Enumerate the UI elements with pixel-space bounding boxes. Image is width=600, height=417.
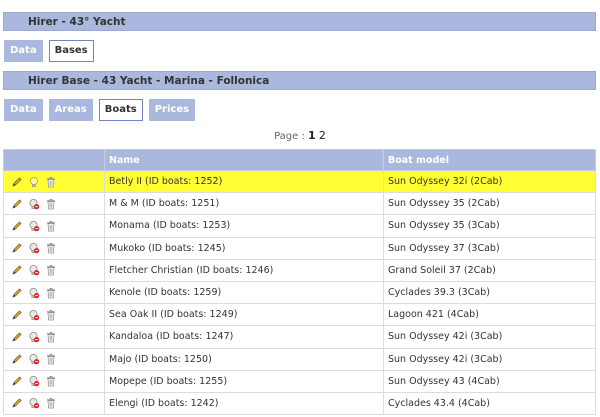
bulb-off-icon[interactable] bbox=[28, 397, 40, 409]
edit-pencil-icon[interactable] bbox=[11, 242, 23, 254]
delete-trash-icon[interactable] bbox=[45, 176, 57, 188]
row-actions-cell bbox=[3, 192, 105, 216]
row-actions-cell bbox=[3, 347, 105, 371]
row-name: Kandaloa (ID boats: 1247) bbox=[104, 325, 384, 349]
table-row[interactable]: Majo (ID boats: 1250) Sun Odyssey 42i (3C… bbox=[3, 347, 596, 371]
page-label: Page : bbox=[274, 131, 305, 142]
bulb-off-icon[interactable] bbox=[28, 331, 40, 343]
delete-trash-icon[interactable] bbox=[45, 397, 57, 409]
row-boat-model: Sun Odyssey 42i (3Cab) bbox=[383, 325, 596, 349]
row-boat-model: Cyclades 43.4 (4Cab) bbox=[383, 391, 596, 416]
lightbulb-icon[interactable] bbox=[28, 176, 40, 188]
table-row[interactable]: Mopepe (ID boats: 1255) Sun Odyssey 43 (4… bbox=[3, 369, 596, 393]
tab-data[interactable]: Data bbox=[4, 40, 43, 62]
row-name: Mopepe (ID boats: 1255) bbox=[104, 369, 384, 393]
table-header-row: Name Boat model bbox=[3, 149, 596, 171]
delete-trash-icon[interactable] bbox=[45, 264, 57, 276]
row-boat-model: Sun Odyssey 43 (4Cab) bbox=[383, 369, 596, 393]
pagination: Page : 1 2 bbox=[0, 129, 600, 142]
col-name[interactable]: Name bbox=[104, 149, 384, 171]
base-tabs: Data Areas Boats Prices bbox=[4, 99, 196, 121]
row-boat-model: Grand Soleil 37 (2Cab) bbox=[383, 258, 596, 282]
bulb-off-icon[interactable] bbox=[28, 264, 40, 276]
page-current: 1 bbox=[308, 129, 316, 142]
row-boat-model: Sun Odyssey 32i (2Cab) bbox=[383, 169, 596, 194]
row-boat-model: Sun Odyssey 35 (2Cab) bbox=[383, 192, 596, 216]
row-actions-cell bbox=[3, 303, 105, 327]
bulb-off-icon[interactable] bbox=[28, 198, 40, 210]
col-boat-model[interactable]: Boat model bbox=[383, 149, 596, 171]
row-boat-model: Sun Odyssey 42i (3Cab) bbox=[383, 347, 596, 371]
edit-pencil-icon[interactable] bbox=[11, 287, 23, 299]
delete-trash-icon[interactable] bbox=[45, 242, 57, 254]
edit-pencil-icon[interactable] bbox=[11, 176, 23, 188]
col-actions bbox=[3, 149, 105, 171]
table-row[interactable]: Elengi (ID boats: 1242) Cyclades 43.4 (4C… bbox=[3, 391, 596, 416]
row-name: Kenole (ID boats: 1259) bbox=[104, 280, 384, 305]
tab-boats[interactable]: Boats bbox=[98, 99, 143, 121]
edit-pencil-icon[interactable] bbox=[11, 353, 23, 365]
row-name: Sea Oak II (ID boats: 1249) bbox=[104, 303, 384, 327]
hirer-header-bar: Hirer - 43° Yacht bbox=[3, 12, 596, 31]
row-actions-cell bbox=[3, 214, 105, 238]
delete-trash-icon[interactable] bbox=[45, 353, 57, 365]
edit-pencil-icon[interactable] bbox=[11, 375, 23, 387]
base-header-bar: Hirer Base - 43 Yacht - Marina - Folloni… bbox=[3, 71, 596, 90]
table-row[interactable]: Fletcher Christian (ID boats: 1246) Grand… bbox=[3, 258, 596, 282]
row-actions-cell bbox=[3, 258, 105, 282]
delete-trash-icon[interactable] bbox=[45, 220, 57, 232]
delete-trash-icon[interactable] bbox=[45, 198, 57, 210]
table-row[interactable]: Betly II (ID boats: 1252) Sun Odyssey 32i… bbox=[3, 169, 596, 194]
tab-prices[interactable]: Prices bbox=[148, 99, 196, 121]
base-title: Hirer Base - 43 Yacht - Marina - Folloni… bbox=[28, 75, 270, 87]
row-boat-model: Lagoon 421 (4Cab) bbox=[383, 303, 596, 327]
row-name: Majo (ID boats: 1250) bbox=[104, 347, 384, 371]
bulb-off-icon[interactable] bbox=[28, 220, 40, 232]
row-boat-model: Sun Odyssey 35 (3Cab) bbox=[383, 214, 596, 238]
row-boat-model: Sun Odyssey 37 (3Cab) bbox=[383, 236, 596, 260]
delete-trash-icon[interactable] bbox=[45, 287, 57, 299]
row-name: Monama (ID boats: 1253) bbox=[104, 214, 384, 238]
table-row[interactable]: Mukoko (ID boats: 1245) Sun Odyssey 37 (3… bbox=[3, 236, 596, 260]
table-row[interactable]: Kandaloa (ID boats: 1247) Sun Odyssey 42i… bbox=[3, 325, 596, 349]
boats-table: Name Boat model Betly II (ID boats: 1252… bbox=[3, 149, 596, 416]
table-row[interactable]: Sea Oak II (ID boats: 1249) Lagoon 421 (4… bbox=[3, 303, 596, 327]
row-name: Elengi (ID boats: 1242) bbox=[104, 391, 384, 416]
bulb-off-icon[interactable] bbox=[28, 353, 40, 365]
tab-bases[interactable]: Bases bbox=[48, 40, 94, 62]
row-name: Mukoko (ID boats: 1245) bbox=[104, 236, 384, 260]
row-actions-cell bbox=[3, 369, 105, 393]
row-actions-cell bbox=[3, 169, 105, 194]
row-name: M & M (ID boats: 1251) bbox=[104, 192, 384, 216]
row-name: Fletcher Christian (ID boats: 1246) bbox=[104, 258, 384, 282]
row-actions-cell bbox=[3, 391, 105, 416]
delete-trash-icon[interactable] bbox=[45, 331, 57, 343]
bulb-off-icon[interactable] bbox=[28, 309, 40, 321]
row-actions-cell bbox=[3, 325, 105, 349]
row-name: Betly II (ID boats: 1252) bbox=[104, 169, 384, 194]
edit-pencil-icon[interactable] bbox=[11, 264, 23, 276]
edit-pencil-icon[interactable] bbox=[11, 220, 23, 232]
row-actions-cell bbox=[3, 236, 105, 260]
table-row[interactable]: M & M (ID boats: 1251) Sun Odyssey 35 (2C… bbox=[3, 192, 596, 216]
hirer-tabs: Data Bases bbox=[4, 40, 94, 62]
edit-pencil-icon[interactable] bbox=[11, 309, 23, 321]
bulb-off-icon[interactable] bbox=[28, 287, 40, 299]
edit-pencil-icon[interactable] bbox=[11, 397, 23, 409]
row-boat-model: Cyclades 39.3 (3Cab) bbox=[383, 280, 596, 305]
edit-pencil-icon[interactable] bbox=[11, 198, 23, 210]
delete-trash-icon[interactable] bbox=[45, 375, 57, 387]
tab-areas[interactable]: Areas bbox=[48, 99, 93, 121]
table-row[interactable]: Monama (ID boats: 1253) Sun Odyssey 35 (3… bbox=[3, 214, 596, 238]
tab-base-data[interactable]: Data bbox=[4, 99, 43, 121]
row-actions-cell bbox=[3, 280, 105, 305]
bulb-off-icon[interactable] bbox=[28, 375, 40, 387]
table-row[interactable]: Kenole (ID boats: 1259) Cyclades 39.3 (3C… bbox=[3, 280, 596, 305]
page-link-2[interactable]: 2 bbox=[319, 129, 326, 142]
delete-trash-icon[interactable] bbox=[45, 309, 57, 321]
edit-pencil-icon[interactable] bbox=[11, 331, 23, 343]
hirer-title: Hirer - 43° Yacht bbox=[28, 16, 126, 28]
bulb-off-icon[interactable] bbox=[28, 242, 40, 254]
